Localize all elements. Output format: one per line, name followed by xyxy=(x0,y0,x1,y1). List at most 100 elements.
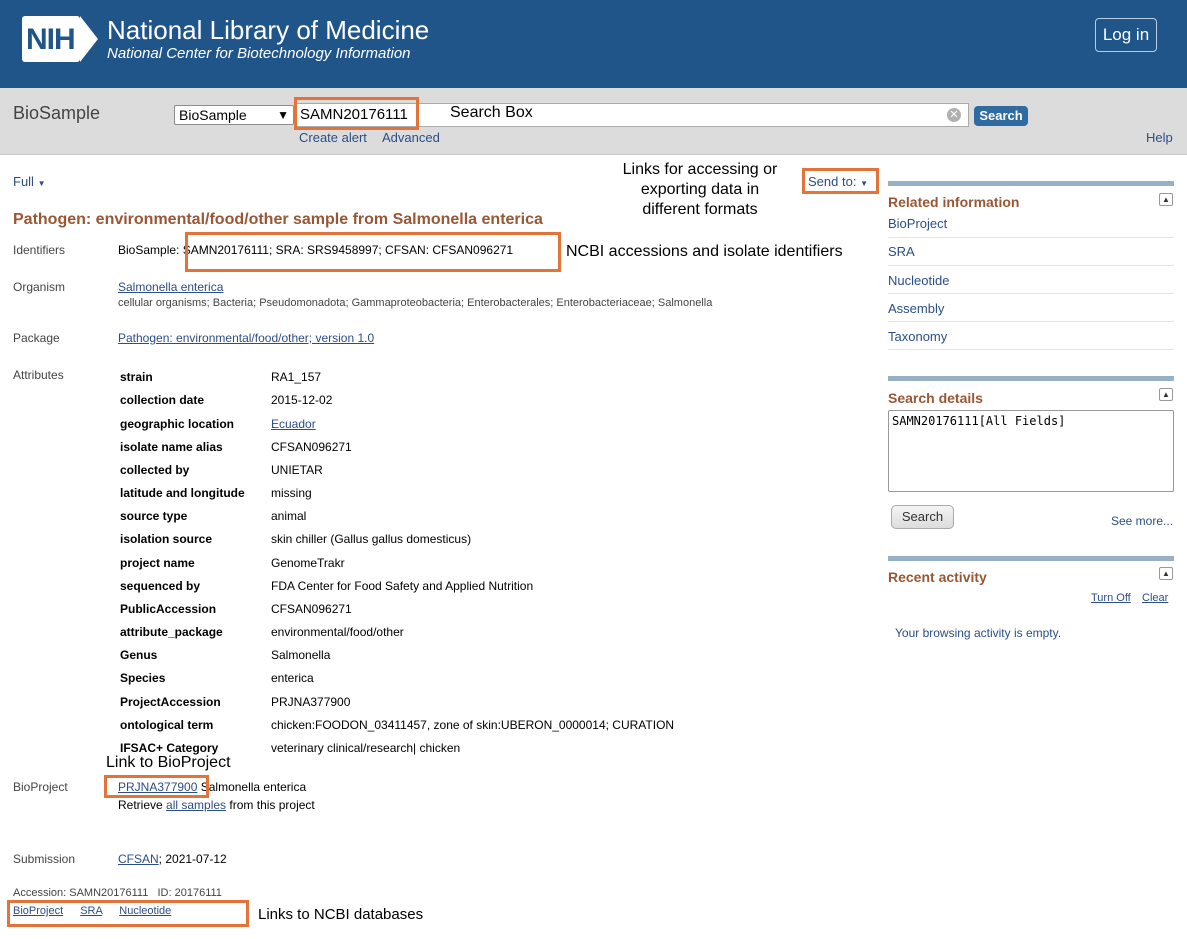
format-label: Full xyxy=(13,174,34,189)
attr-key: latitude and longitude xyxy=(120,486,245,500)
attr-key: geographic location xyxy=(120,417,235,431)
organism-lineage: cellular organisms; Bacteria; Pseudomona… xyxy=(118,297,713,309)
attr-key: collected by xyxy=(120,463,190,477)
clear-link[interactable]: Clear xyxy=(1142,592,1168,604)
see-more-link[interactable]: See more... xyxy=(1111,514,1173,528)
divider xyxy=(888,265,1174,266)
identifiers-note: NCBI accessions and isolate identifiers xyxy=(566,243,843,260)
attr-value: FDA Center for Food Safety and Applied N… xyxy=(271,579,534,593)
attr-value: enterica xyxy=(271,671,314,685)
db-links-highlight xyxy=(7,900,249,927)
clear-search-icon[interactable]: ✕ xyxy=(947,108,961,122)
attr-value: skin chiller (Gallus gallus domesticus) xyxy=(271,532,472,546)
send-to-note-line: Links for accessing or xyxy=(622,161,778,178)
send-to-note-line: different formats xyxy=(642,201,758,218)
advanced-search-link[interactable]: Advanced xyxy=(382,130,440,145)
attr-key: isolate name alias xyxy=(120,440,223,454)
collapse-icon[interactable]: ▲ xyxy=(1159,388,1173,401)
divider xyxy=(888,293,1174,294)
recent-rule xyxy=(888,556,1174,561)
geo-location-link[interactable]: Ecuador xyxy=(271,417,316,431)
attr-value: PRJNA377900 xyxy=(271,695,351,709)
attr-value: CFSAN096271 xyxy=(271,440,352,454)
related-link-taxonomy[interactable]: Taxonomy xyxy=(888,329,947,344)
retrieve-prefix: Retrieve xyxy=(118,798,167,812)
submission-link[interactable]: CFSAN xyxy=(118,852,159,866)
attr-value: missing xyxy=(271,486,312,500)
db-links-note: Links to NCBI databases xyxy=(258,906,424,923)
bioproject-note: Link to BioProject xyxy=(106,754,231,771)
database-select-value: BioSample xyxy=(179,107,247,123)
nih-logo-arrow xyxy=(80,16,98,62)
create-alert-link[interactable]: Create alert xyxy=(299,130,367,145)
related-rule xyxy=(888,181,1174,186)
site-title[interactable]: National Library of Medicine xyxy=(107,15,429,46)
attr-value: GenomeTrakr xyxy=(271,556,345,570)
details-title: Search details xyxy=(888,390,983,406)
identifiers-highlight xyxy=(185,232,561,272)
details-rule xyxy=(888,376,1174,381)
search-box-highlight xyxy=(294,97,419,130)
send-to-note-line: exporting data in xyxy=(640,181,760,198)
bioproject-organism: Salmonella enterica xyxy=(197,780,307,794)
attr-value: chicken:FOODON_03411457, zone of skin:UB… xyxy=(271,718,675,732)
database-select[interactable]: BioSample ▼ xyxy=(174,105,294,125)
site-subtitle: National Center for Biotechnology Inform… xyxy=(107,45,411,62)
search-details-textarea[interactable]: SAMN20176111[All Fields] xyxy=(888,410,1174,492)
attr-key: project name xyxy=(120,556,195,570)
retrieve-suffix: from this project xyxy=(226,798,315,812)
send-to-highlight xyxy=(802,168,879,194)
submission-label: Submission xyxy=(13,852,76,866)
bioproject-highlight xyxy=(104,775,209,798)
related-link-nucleotide[interactable]: Nucleotide xyxy=(888,273,949,288)
recent-title: Recent activity xyxy=(888,569,987,585)
package-label: Package xyxy=(13,331,60,345)
caret-down-icon: ▼ xyxy=(37,179,46,188)
attr-value: animal xyxy=(271,509,307,523)
package-link[interactable]: Pathogen: environmental/food/other; vers… xyxy=(118,331,374,345)
format-dropdown[interactable]: Full ▼ xyxy=(13,174,46,189)
attr-key: ontological term xyxy=(120,718,214,732)
accession-line: Accession: SAMN20176111 ID: 20176111 xyxy=(13,887,222,899)
identifiers-label: Identifiers xyxy=(13,243,66,257)
attr-key: sequenced by xyxy=(120,579,201,593)
attr-key: Genus xyxy=(120,648,158,662)
details-search-button[interactable]: Search xyxy=(891,505,954,529)
attr-key: strain xyxy=(120,370,153,384)
attr-key: isolation source xyxy=(120,532,213,546)
identifiers-prefix: BioSample: xyxy=(118,243,183,257)
attributes-label: Attributes xyxy=(13,368,64,382)
search-button[interactable]: Search xyxy=(974,106,1028,126)
database-label: BioSample xyxy=(13,103,101,123)
turn-off-link[interactable]: Turn Off xyxy=(1091,592,1131,604)
all-samples-link[interactable]: all samples xyxy=(166,798,226,812)
attr-value: UNIETAR xyxy=(271,463,323,477)
divider xyxy=(888,321,1174,322)
login-button[interactable]: Log in xyxy=(1095,18,1157,52)
related-link-sra[interactable]: SRA xyxy=(888,244,915,259)
submission-date: ; 2021-07-12 xyxy=(158,852,227,866)
related-link-assembly[interactable]: Assembly xyxy=(888,301,944,316)
nih-logo[interactable]: NIH xyxy=(22,16,98,62)
send-to-note: Links for accessing or exporting data in… xyxy=(600,160,800,220)
attr-key: attribute_package xyxy=(120,625,223,639)
attr-key: ProjectAccession xyxy=(120,695,221,709)
related-link-bioproject[interactable]: BioProject xyxy=(888,216,947,231)
attr-value: RA1_157 xyxy=(271,370,322,384)
submission-value: CFSAN; 2021-07-12 xyxy=(118,852,227,866)
collapse-icon[interactable]: ▲ xyxy=(1159,193,1173,206)
collapse-icon[interactable]: ▲ xyxy=(1159,567,1173,580)
nih-logo-text: NIH xyxy=(26,23,76,56)
attr-key: collection date xyxy=(120,393,205,407)
attr-value: 2015-12-02 xyxy=(271,393,333,407)
record-title: Pathogen: environmental/food/other sampl… xyxy=(13,211,543,228)
organism-link[interactable]: Salmonella enterica xyxy=(118,280,223,294)
attr-key: IFSAC+ Category xyxy=(120,741,219,755)
attr-value: environmental/food/other xyxy=(271,625,404,639)
search-box-note: Search Box xyxy=(450,104,533,121)
related-title: Related information xyxy=(888,194,1020,210)
organism-label: Organism xyxy=(13,280,66,294)
attr-value: CFSAN096271 xyxy=(271,602,352,616)
help-link[interactable]: Help xyxy=(1146,130,1173,145)
retrieve-samples: Retrieve all samples from this project xyxy=(118,798,315,812)
